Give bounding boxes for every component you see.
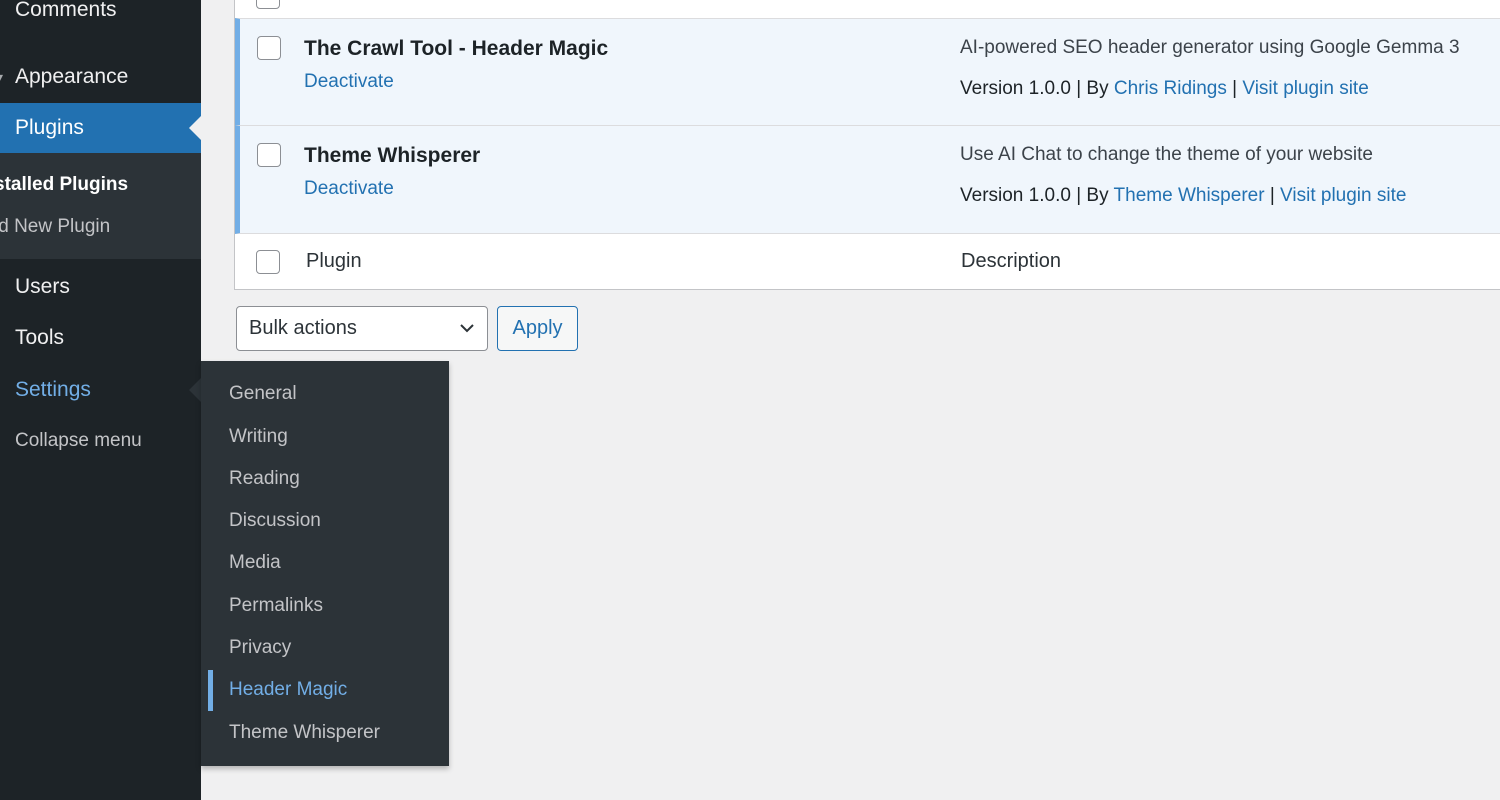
menu-item-label: Users <box>15 275 70 298</box>
table-row: The Crawl Tool - Header Magic Deactivate… <box>235 18 1500 125</box>
menu-item-label: Settings <box>15 378 91 401</box>
bulk-actions-select[interactable]: Bulk actions <box>236 306 488 351</box>
menu-item-tools[interactable]: Tools <box>0 323 201 353</box>
menu-item-users[interactable]: Users <box>0 272 201 302</box>
flyout-item-privacy[interactable]: Privacy <box>229 635 291 661</box>
plugin-description: AI-powered SEO header generator using Go… <box>960 37 1460 58</box>
flyout-item-discussion[interactable]: Discussion <box>229 508 321 534</box>
current-menu-pointer-icon <box>189 116 201 140</box>
menu-item-plugins[interactable]: Plugins <box>0 103 201 153</box>
flyout-item-theme-whisperer[interactable]: Theme Whisperer <box>229 720 380 746</box>
flyout-item-general[interactable]: General <box>229 381 297 407</box>
bulk-actions-selected-value: Bulk actions <box>249 317 357 339</box>
author-link[interactable]: Theme Whisperer <box>1114 185 1265 206</box>
settings-flyout-menu: General Writing Reading Discussion Media… <box>201 361 449 766</box>
select-all-checkbox-bottom[interactable] <box>256 250 280 274</box>
menu-item-label: Appearance <box>15 65 129 88</box>
flyout-item-media[interactable]: Media <box>229 550 281 576</box>
column-header-description[interactable]: Description <box>961 250 1061 273</box>
menu-item-appearance[interactable]: ▾ Appearance <box>0 62 201 92</box>
submenu-item-installed-plugins[interactable]: stalled Plugins <box>0 172 128 198</box>
plugin-name: The Crawl Tool - Header Magic <box>304 37 609 60</box>
menu-item-label: Tools <box>15 326 65 349</box>
admin-sidebar: Comments ▾ Appearance Plugins stalled Pl… <box>0 0 201 800</box>
by-label: By <box>1086 78 1109 99</box>
menu-item-settings[interactable]: Settings <box>0 375 201 405</box>
chevron-down-icon <box>460 324 474 333</box>
plugin-meta: Version 1.0.0 | By Chris Ridings | Visit… <box>960 78 1369 99</box>
by-label: By <box>1086 185 1109 206</box>
deactivate-link[interactable]: Deactivate <box>304 71 394 93</box>
flyout-item-reading[interactable]: Reading <box>229 466 300 492</box>
table-row: Theme Whisperer Deactivate Use AI Chat t… <box>235 125 1500 234</box>
plugin-meta: Version 1.0.0 | By Theme Whisperer | Vis… <box>960 185 1407 206</box>
column-header-plugin[interactable]: Plugin <box>306 250 362 273</box>
flyout-pointer-icon <box>189 378 201 402</box>
author-link[interactable]: Chris Ridings <box>1114 78 1227 99</box>
plugin-version: Version 1.0.0 <box>960 185 1071 206</box>
plugins-submenu <box>0 153 201 259</box>
plugin-description: Use AI Chat to change the theme of your … <box>960 144 1373 165</box>
row-checkbox[interactable] <box>257 36 281 60</box>
select-all-checkbox-top[interactable] <box>256 0 280 9</box>
plugin-name: Theme Whisperer <box>304 144 481 167</box>
flyout-item-permalinks[interactable]: Permalinks <box>229 593 323 619</box>
apply-button[interactable]: Apply <box>497 306 578 351</box>
row-checkbox[interactable] <box>257 143 281 167</box>
collapse-menu-label: Collapse menu <box>15 430 142 451</box>
collapse-menu-button[interactable]: Collapse menu <box>0 426 201 456</box>
flyout-item-writing[interactable]: Writing <box>229 424 288 450</box>
current-item-indicator <box>208 670 213 711</box>
menu-item-comments[interactable]: Comments <box>0 0 201 25</box>
menu-item-label: Comments <box>15 0 117 21</box>
flyout-item-header-magic[interactable]: Header Magic <box>229 677 347 703</box>
visit-plugin-site-link[interactable]: Visit plugin site <box>1280 185 1406 206</box>
submenu-item-add-new-plugin[interactable]: ld New Plugin <box>0 214 110 240</box>
chevron-down-icon: ▾ <box>0 62 3 92</box>
menu-item-label: Plugins <box>15 116 84 139</box>
plugin-version: Version 1.0.0 <box>960 78 1071 99</box>
plugins-table: The Crawl Tool - Header Magic Deactivate… <box>234 0 1500 290</box>
deactivate-link[interactable]: Deactivate <box>304 178 394 200</box>
visit-plugin-site-link[interactable]: Visit plugin site <box>1242 78 1368 99</box>
